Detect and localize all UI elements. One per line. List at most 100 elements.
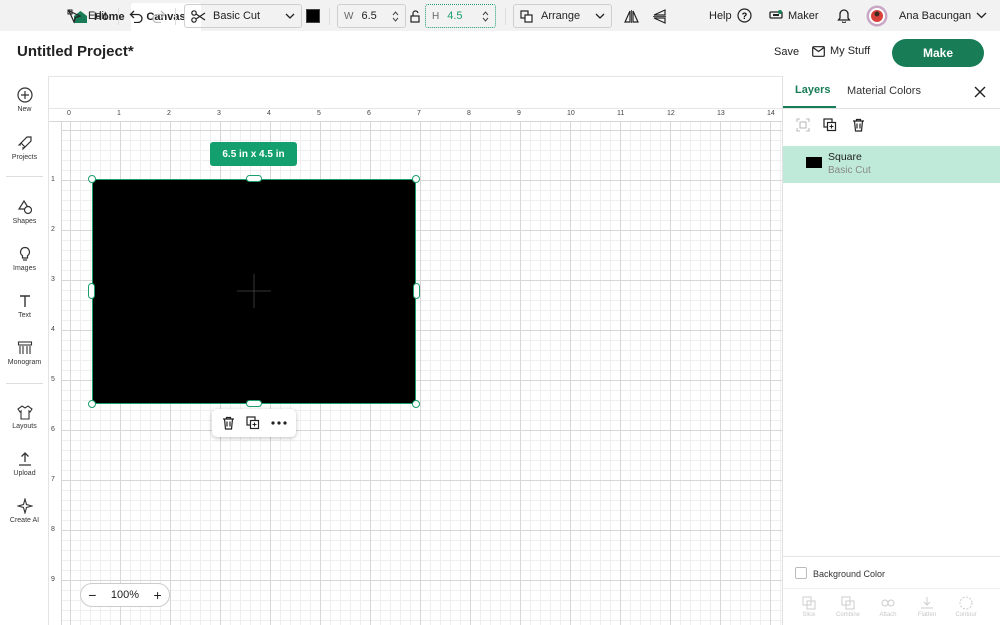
make-button[interactable]: Make (892, 39, 984, 67)
notifications-button[interactable] (837, 0, 851, 31)
resize-handle-bottom-left[interactable] (88, 400, 96, 408)
duplicate-icon[interactable] (245, 416, 260, 430)
zoom-level: 100% (110, 589, 140, 601)
my-stuff-button[interactable]: My Stuff (812, 45, 870, 57)
tab-layers[interactable]: Layers (795, 84, 830, 96)
ruler-left: 1 2 3 4 5 6 7 8 9 (49, 122, 62, 625)
help-button[interactable]: Help ? (709, 0, 752, 31)
chevron-down-icon (595, 13, 605, 19)
maker-button[interactable]: Maker (769, 0, 819, 31)
user-menu[interactable]: Ana Bacungan (866, 0, 987, 31)
width-value: 6.5 (361, 10, 377, 22)
background-color-checkbox[interactable] (795, 567, 807, 579)
flatten-button[interactable]: Flatten (909, 596, 945, 618)
layer-swatch (806, 157, 822, 168)
height-value: 4.5 (447, 10, 463, 22)
trash-icon[interactable] (222, 416, 235, 430)
save-button[interactable]: Save (774, 46, 799, 58)
arrange-dropdown[interactable]: Arrange (513, 4, 612, 28)
stepper-icon[interactable] (392, 10, 399, 22)
redo-button[interactable] (151, 4, 166, 28)
flip-vertical-button[interactable] (652, 4, 667, 28)
rail-shapes-label: Shapes (12, 218, 37, 225)
lightbulb-icon (19, 246, 30, 261)
project-title[interactable]: Untitled Project* (17, 43, 134, 60)
toolbar (49, 76, 782, 109)
delete-layer-icon[interactable] (852, 118, 865, 132)
width-field[interactable]: W 6.5 (337, 4, 406, 28)
ruler-top-number: 10 (567, 110, 575, 117)
rail-upload[interactable]: Upload (0, 451, 49, 477)
ruler-left-number: 2 (51, 226, 55, 233)
scissors-icon (191, 9, 206, 23)
height-field[interactable]: H 4.5 (425, 4, 496, 28)
svg-text:?: ? (741, 11, 747, 21)
size-tooltip: 6.5 in x 4.5 in (210, 142, 297, 166)
ruler-top-number: 1 (117, 110, 121, 117)
panel-divider (783, 108, 1000, 109)
resize-handle-top-right[interactable] (412, 175, 420, 183)
rail-new[interactable]: New (0, 87, 49, 113)
zoom-control: − 100% + (80, 583, 170, 607)
rail-layouts-label: Layouts (12, 423, 37, 430)
resize-handle-right[interactable] (413, 283, 420, 299)
rail-images[interactable]: Images (0, 246, 49, 272)
rail-images-label: Images (13, 265, 36, 272)
attach-icon (881, 599, 895, 607)
resize-handle-left[interactable] (88, 283, 95, 299)
ruler-top-number: 5 (317, 110, 321, 117)
more-options-icon[interactable] (270, 421, 287, 425)
rail-create-ai[interactable]: Create AI (0, 498, 49, 524)
contour-button[interactable]: Contour (948, 596, 984, 618)
rail-projects[interactable]: Projects (0, 135, 49, 161)
resize-handle-top[interactable] (246, 175, 262, 182)
color-swatch (306, 9, 320, 23)
edit-button[interactable]: Edit (67, 4, 107, 28)
rail-layouts[interactable]: Layouts (0, 404, 49, 430)
zoom-in-button[interactable]: + (154, 587, 162, 603)
lock-aspect-toggle[interactable] (410, 4, 421, 28)
undo-button[interactable] (129, 4, 144, 28)
monogram-icon (17, 341, 32, 354)
attach-button[interactable]: Attach (870, 596, 906, 618)
rail-monogram-label: Monogram (7, 359, 42, 366)
bell-icon (837, 9, 851, 23)
ruler-left-number: 1 (51, 176, 55, 183)
stepper-icon[interactable] (482, 10, 489, 22)
rail-shapes[interactable]: Shapes (0, 199, 49, 225)
text-icon (19, 295, 30, 307)
panel-divider (783, 556, 1000, 557)
background-color-label: Background Color (813, 569, 886, 579)
height-label: H (432, 10, 440, 22)
resize-handle-bottom[interactable] (246, 400, 262, 407)
zoom-out-button[interactable]: − (88, 587, 96, 603)
arrange-icon (520, 9, 533, 23)
ruler-top-number: 4 (267, 110, 271, 117)
resize-handle-top-left[interactable] (88, 175, 96, 183)
ruler-top-number: 13 (717, 110, 725, 117)
tab-material-colors[interactable]: Material Colors (847, 85, 921, 97)
combine-label: Combine (835, 612, 860, 618)
close-icon[interactable] (974, 86, 986, 98)
rail-upload-label: Upload (13, 470, 36, 477)
resize-handle-bottom-right[interactable] (412, 400, 420, 408)
operation-select[interactable]: Basic Cut (184, 4, 302, 28)
rail-text[interactable]: Text (0, 293, 49, 319)
slice-button[interactable]: Slice (791, 596, 827, 618)
duplicate-layer-icon[interactable] (823, 118, 837, 132)
ruler-top-number: 12 (667, 110, 675, 117)
group-icon[interactable] (796, 118, 810, 132)
machine-icon (769, 9, 783, 19)
combine-button[interactable]: Combine (830, 596, 866, 618)
arrange-label: Arrange (541, 10, 581, 22)
ruler-top-number: 0 (67, 110, 71, 117)
flip-horizontal-button[interactable] (624, 4, 639, 28)
operation-label: Basic Cut (213, 10, 261, 22)
flip-horizontal-icon (624, 9, 639, 23)
color-picker[interactable] (306, 4, 320, 28)
layer-operation: Basic Cut (828, 165, 871, 176)
toolbar-divider (175, 8, 176, 25)
edit-icon (67, 9, 82, 24)
plus-circle-icon (16, 87, 33, 103)
rail-monogram[interactable]: Monogram (0, 340, 49, 366)
